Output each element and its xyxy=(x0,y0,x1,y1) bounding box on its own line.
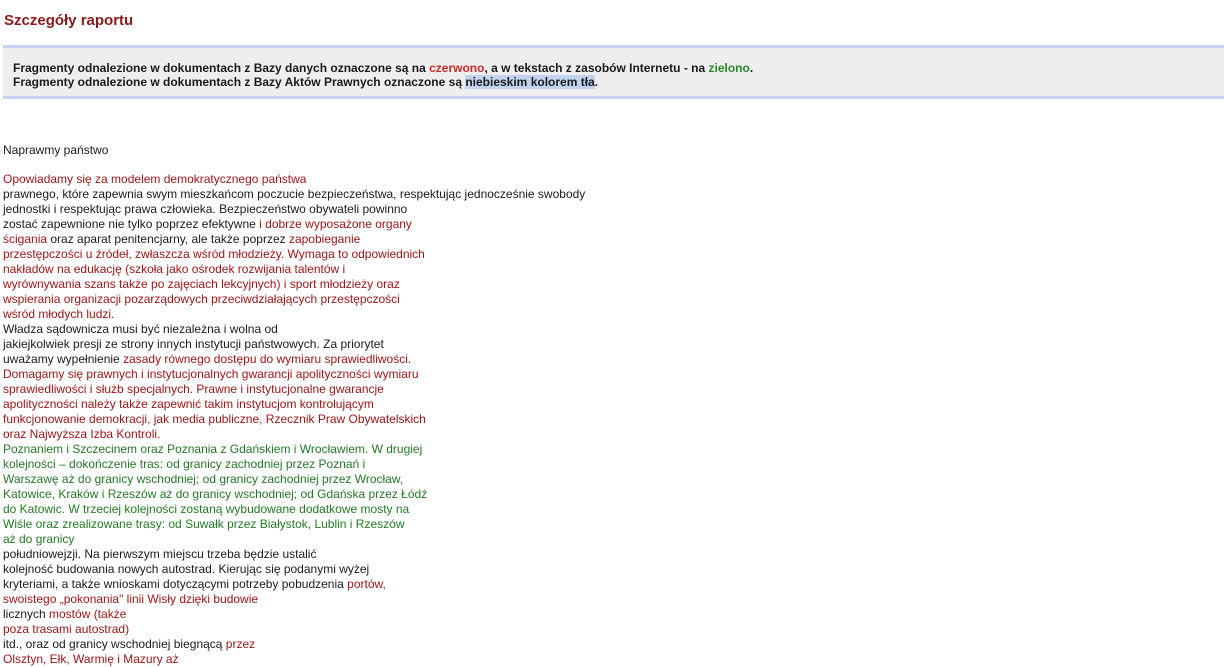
legend-text: Fragmenty odnalezione w dokumentach z Ba… xyxy=(13,61,430,75)
red-match-segment: Olsztyn, Ełk, Warmię i Mazury aż xyxy=(3,652,179,666)
legend-box: Fragmenty odnalezione w dokumentach z Ba… xyxy=(3,45,1224,99)
document-line: funkcjonowanie demokracji, jak media pub… xyxy=(3,412,703,427)
plain-text-segment: zostać zapewnione nie tylko poprzez efek… xyxy=(3,217,260,231)
document-line: Opowiadamy się za modelem demokratyczneg… xyxy=(3,172,703,187)
red-match-segment: ścigania xyxy=(3,232,48,246)
document-line: apolityczności należy także zapewnić tak… xyxy=(3,397,703,412)
document-line: jednostki i respektując prawa człowieka.… xyxy=(3,202,703,217)
red-match-segment: przez xyxy=(225,637,256,651)
plain-text-segment: prawnego, które zapewnia swym mieszkańco… xyxy=(3,187,586,201)
legend-text: , a w tekstach z zasobów Internetu - na xyxy=(484,61,709,75)
document-line: Olsztyn, Ełk, Warmię i Mazury aż xyxy=(3,652,703,667)
green-match-segment: aż do granicy xyxy=(3,532,75,546)
document-line: Poznaniem i Szczecinem oraz Poznania z G… xyxy=(3,442,703,457)
red-match-segment: Domagamy się prawnych i instytucjonalnyc… xyxy=(3,367,419,381)
document-line: aż do granicy xyxy=(3,532,703,547)
green-match-segment: Katowice, Kraków i Rzeszów aż do granicy… xyxy=(3,487,428,501)
red-match-segment: wspierania organizacji pozarządowych prz… xyxy=(3,292,400,306)
red-match-segment: nakładów na edukację (szkoła jako ośrode… xyxy=(3,262,346,276)
document-line: kolejności – dokończenie tras: od granic… xyxy=(3,457,703,472)
red-match-segment: funkcjonowanie demokracji, jak media pub… xyxy=(3,412,426,426)
legend-text: . xyxy=(749,61,754,75)
green-match-segment: Poznaniem i Szczecinem oraz Poznania z G… xyxy=(3,442,423,456)
document-line: jakiejkolwiek presji ze strony innych in… xyxy=(3,337,703,352)
document-content: Opowiadamy się za modelem demokratyczneg… xyxy=(3,172,703,667)
legend-green-label: zielono xyxy=(708,61,750,75)
red-match-segment: wśród młodych ludzi. xyxy=(3,307,115,321)
document-line: prawnego, które zapewnia swym mieszkańco… xyxy=(3,187,703,202)
plain-text-segment: kolejność budowania nowych autostrad. Ki… xyxy=(3,562,370,576)
document-line: licznych mostów (także xyxy=(3,607,703,622)
document-line: nakładów na edukację (szkoła jako ośrode… xyxy=(3,262,703,277)
red-match-segment: mostów (także xyxy=(49,607,127,621)
document-line: kryteriami, a także wnioskami dotyczącym… xyxy=(3,577,703,592)
red-match-segment: oraz Najwyższa Izba Kontroli. xyxy=(3,427,161,441)
plain-text-segment: uważamy wypełnienie xyxy=(3,352,124,366)
document-line: wśród młodych ludzi. xyxy=(3,307,703,322)
document-line: Katowice, Kraków i Rzeszów aż do granicy… xyxy=(3,487,703,502)
document-line: ścigania oraz aparat penitencjarny, ale … xyxy=(3,232,703,247)
red-match-segment: Opowiadamy się za modelem demokratyczneg… xyxy=(3,172,307,186)
green-match-segment: kolejności – dokończenie tras: od granic… xyxy=(3,457,366,471)
plain-text-segment: południowejzji. Na pierwszym miejscu trz… xyxy=(3,547,317,561)
red-match-segment: zapobieganie xyxy=(288,232,361,246)
legend-red-label: czerwono xyxy=(429,61,485,75)
document-line: Wiśle oraz zrealizowane trasy: od Suwałk… xyxy=(3,517,703,532)
document-line: swoistego „pokonania" linii Wisły dzięki… xyxy=(3,592,703,607)
plain-text-segment: itd., oraz od granicy wschodniej biegnąc… xyxy=(3,637,226,651)
plain-text-segment: jakiejkolwiek presji ze strony innych in… xyxy=(3,337,384,351)
red-match-segment: apolityczności należy także zapewnić tak… xyxy=(3,397,374,411)
green-match-segment: do Katowic. W trzeciej kolejności zostan… xyxy=(3,502,410,516)
legend-blue-label: niebieskim kolorem tła xyxy=(465,75,595,89)
red-match-segment: wyrównywania szans także po zajęciach le… xyxy=(3,277,400,291)
document-line: uważamy wypełnienie zasady równego dostę… xyxy=(3,352,703,367)
red-match-segment: przestępczości u źródeł, zwłaszcza wśród… xyxy=(3,247,425,261)
document-line: kolejność budowania nowych autostrad. Ki… xyxy=(3,562,703,577)
legend-text: . xyxy=(594,75,599,89)
document-line: wyrównywania szans także po zajęciach le… xyxy=(3,277,703,292)
document-line: zostać zapewnione nie tylko poprzez efek… xyxy=(3,217,703,232)
plain-text-segment: kryteriami, a także wnioskami dotyczącym… xyxy=(3,577,348,591)
document-title: Naprawmy państwo xyxy=(3,143,109,157)
document-line: oraz Najwyższa Izba Kontroli. xyxy=(3,427,703,442)
document-line: Warszawę aż do granicy wschodniej; od gr… xyxy=(3,472,703,487)
plain-text-segment: jednostki i respektując prawa człowieka.… xyxy=(3,202,408,216)
document-line: do Katowic. W trzeciej kolejności zostan… xyxy=(3,502,703,517)
plain-text-segment: Władza sądownicza musi być niezależna i … xyxy=(3,322,278,336)
legend-text: Fragmenty odnalezione w dokumentach z Ba… xyxy=(13,75,466,89)
document-line: południowejzji. Na pierwszym miejscu trz… xyxy=(3,547,703,562)
green-match-segment: Warszawę aż do granicy wschodniej; od gr… xyxy=(3,472,404,486)
red-match-segment: zasady równego dostępu do wymiaru sprawi… xyxy=(123,352,412,366)
red-match-segment: poza trasami autostrad) xyxy=(3,622,130,636)
legend-line-database: Fragmenty odnalezione w dokumentach z Ba… xyxy=(13,61,753,75)
plain-text-segment: licznych xyxy=(3,607,50,621)
legend-line-legal-acts: Fragmenty odnalezione w dokumentach z Ba… xyxy=(13,75,598,89)
document-line: wspierania organizacji pozarządowych prz… xyxy=(3,292,703,307)
red-match-segment: portów, xyxy=(347,577,386,591)
red-match-segment: swoistego „pokonania" linii Wisły dzięki… xyxy=(3,592,259,606)
document-line: Władza sądownicza musi być niezależna i … xyxy=(3,322,703,337)
document-line: itd., oraz od granicy wschodniej biegnąc… xyxy=(3,637,703,652)
document-line: poza trasami autostrad) xyxy=(3,622,703,637)
document-line: przestępczości u źródeł, zwłaszcza wśród… xyxy=(3,247,703,262)
plain-text-segment: oraz aparat penitencjarny, ale także pop… xyxy=(47,232,289,246)
document-line: sprawiedliwości i służb specjalnych. Pra… xyxy=(3,382,703,397)
page-title: Szczegóły raportu xyxy=(4,12,134,29)
red-match-segment: sprawiedliwości i służb specjalnych. Pra… xyxy=(3,382,384,396)
document-line: Domagamy się prawnych i instytucjonalnyc… xyxy=(3,367,703,382)
green-match-segment: Wiśle oraz zrealizowane trasy: od Suwałk… xyxy=(3,517,405,531)
red-match-segment: i dobrze wyposażone organy xyxy=(259,217,412,231)
